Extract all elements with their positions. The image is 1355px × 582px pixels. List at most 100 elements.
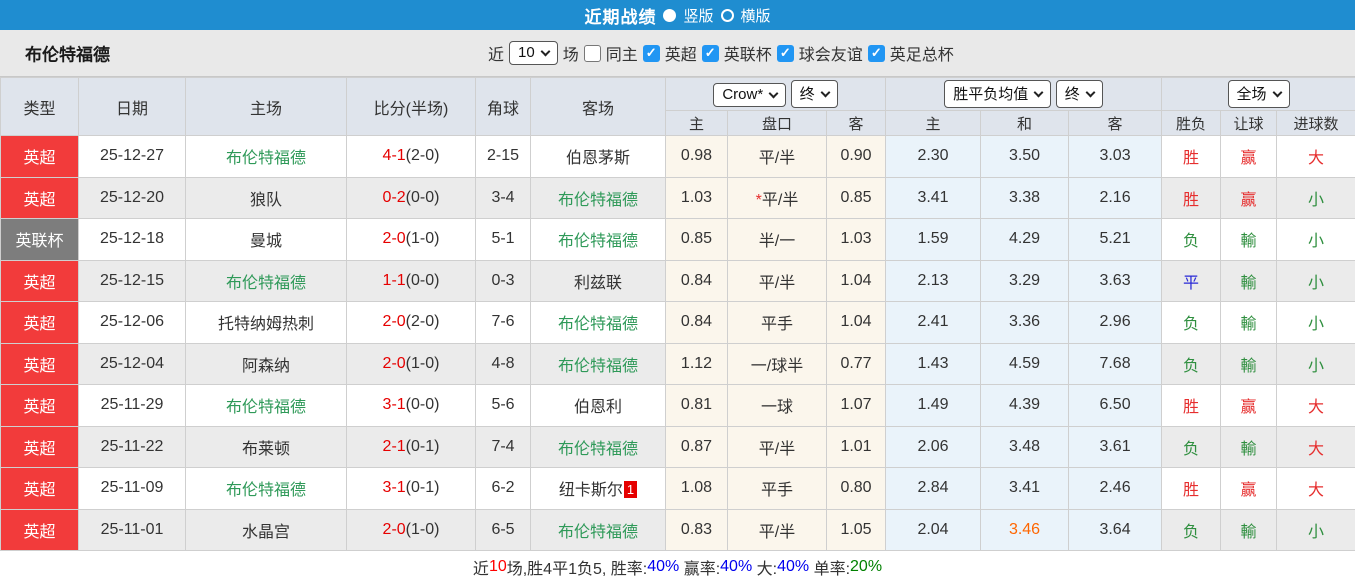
bookmaker-state-select[interactable]: 终 [790,80,838,108]
avg-state-select[interactable]: 终 [1055,80,1103,108]
league-checkbox-efl-cup[interactable]: ✓ [701,44,719,62]
table-row: 英超 25-11-01 水晶宫 2-0(1-0) 6-5 布伦特福德 0.83 平/半 1.05… [0,508,1355,551]
cell-handicap: 平/半 [727,425,827,468]
table-row: 英超 25-12-20 狼队 0-2(0-0) 3-4 布伦特福德 1.03 *平/半 0.85… [0,176,1355,219]
cell-home-team: 布伦特福德 [185,259,347,302]
cell-odds-away: 1.03 [825,218,887,261]
avg-odds-select[interactable]: 胜平负均值 [944,80,1052,108]
cell-handicap: 一/球半 [727,342,827,385]
cell-result: 负 [1161,342,1222,385]
layout-radio-vertical[interactable] [663,8,677,22]
cell-league: 英超 [0,259,79,302]
cell-odds-home: 1.12 [665,342,728,385]
avg-state-value: 终 [1064,86,1080,103]
avg-odds-select-value: 胜平负均值 [953,86,1029,103]
summary-segment: 40% [720,558,753,575]
cell-home-team: 狼队 [185,176,347,219]
cell-score: 0-2(0-0) [346,176,476,219]
cell-corner: 3-4 [475,176,531,219]
summary-segment: 单率: [809,561,851,578]
cell-result: 胜 [1161,467,1222,510]
sub-header-handicap: 盘口 [727,110,827,136]
cell-corner: 6-2 [475,467,531,510]
cell-handicap-result: 赢 [1220,467,1278,510]
cell-avg-draw: 3.48 [980,425,1070,468]
cell-odds-home: 0.83 [665,508,728,551]
cell-score: 1-1(0-0) [346,259,476,302]
cell-result: 胜 [1161,176,1222,219]
col-header-away: 客场 [530,77,666,136]
league-checkbox-friendly[interactable]: ✓ [776,44,794,62]
cell-goals-result: 小 [1276,508,1355,551]
cell-away-team: 布伦特福德 [530,425,666,468]
cell-odds-away: 1.05 [825,508,887,551]
cell-away-team: 纽卡斯尔 1 [530,467,666,510]
match-count-select[interactable]: 10 [509,41,558,65]
cell-score: 2-0(1-0) [346,342,476,385]
bookmaker-select-value: Crow* [722,86,764,103]
cell-score: 4-1(2-0) [346,135,476,178]
cell-result: 胜 [1161,135,1222,178]
cell-avg-home: 2.41 [885,301,982,344]
sub-header-crow-away: 客 [825,110,887,136]
cell-odds-home: 1.08 [665,467,728,510]
cell-avg-draw: 3.41 [980,467,1070,510]
cell-avg-draw: 4.29 [980,218,1070,261]
cell-goals-result: 大 [1276,384,1355,427]
summary-segment: 20% [850,558,883,575]
league-checkbox-premier[interactable]: ✓ [642,44,660,62]
scope-select[interactable]: 全场 [1227,80,1290,108]
cell-avg-away: 6.50 [1068,384,1163,427]
cell-result: 平 [1161,259,1222,302]
cell-goals-result: 小 [1276,176,1355,219]
match-count-value: 10 [518,44,535,61]
cell-avg-draw: 3.50 [980,135,1070,178]
table-header: 类型 日期 主场 比分(半场) 角球 客场 Crow* 终 胜平负均值 终 全场 [0,77,1355,136]
cell-handicap: 一球 [727,384,827,427]
cell-odds-away: 1.04 [825,301,887,344]
cell-avg-home: 1.59 [885,218,982,261]
layout-radio-vertical-label[interactable]: 竖版 [683,5,713,26]
cell-corner: 4-8 [475,342,531,385]
cell-avg-draw: 4.39 [980,384,1070,427]
cell-odds-home: 0.85 [665,218,728,261]
cell-avg-home: 3.41 [885,176,982,219]
cell-avg-draw: 4.59 [980,342,1070,385]
league-checkbox-fa-cup[interactable]: ✓ [867,44,885,62]
cell-away-team: 布伦特福德 [530,508,666,551]
cell-date: 25-11-01 [78,508,186,551]
chevron-down-icon [768,88,779,98]
league-label-friendly: 球会友谊 [798,47,863,64]
cell-corner: 5-6 [475,384,531,427]
chevron-down-icon [820,87,831,97]
col-header-corner: 角球 [475,77,531,136]
sub-header-avg-home: 主 [885,110,982,136]
cell-result: 负 [1161,218,1222,261]
cell-avg-away: 3.64 [1068,508,1163,551]
cell-home-team: 阿森纳 [185,342,347,385]
chevron-down-icon [1033,87,1044,97]
cell-avg-away: 5.21 [1068,218,1163,261]
cell-date: 25-11-22 [78,425,186,468]
cell-league: 英超 [0,342,79,385]
cell-date: 25-12-04 [78,342,186,385]
cell-avg-away: 3.61 [1068,425,1163,468]
col-header-type: 类型 [0,77,79,136]
page-title: 近期战绩 [584,7,657,27]
summary-segment: 场,胜4平1负5, 胜率: [506,561,648,578]
layout-radio-horizontal-label[interactable]: 横版 [741,5,771,26]
cell-avg-home: 2.84 [885,467,982,510]
same-host-checkbox[interactable] [583,44,601,62]
same-host-label: 同主 [605,47,638,64]
bookmaker-select[interactable]: Crow* [713,83,787,107]
cell-score: 2-0(2-0) [346,301,476,344]
cell-handicap: *平/半 [727,176,827,219]
cell-handicap-result: 赢 [1220,176,1278,219]
cell-league: 英超 [0,176,79,219]
cell-away-team: 利兹联 [530,259,666,302]
layout-radio-horizontal[interactable] [720,8,734,22]
cell-avg-draw: 3.46 [980,508,1070,551]
cell-result: 负 [1161,301,1222,344]
table-row: 英超 25-12-15 布伦特福德 1-1(0-0) 0-3 利兹联 0.84 平/半 1.04… [0,259,1355,302]
cell-odds-away: 0.80 [825,467,887,510]
